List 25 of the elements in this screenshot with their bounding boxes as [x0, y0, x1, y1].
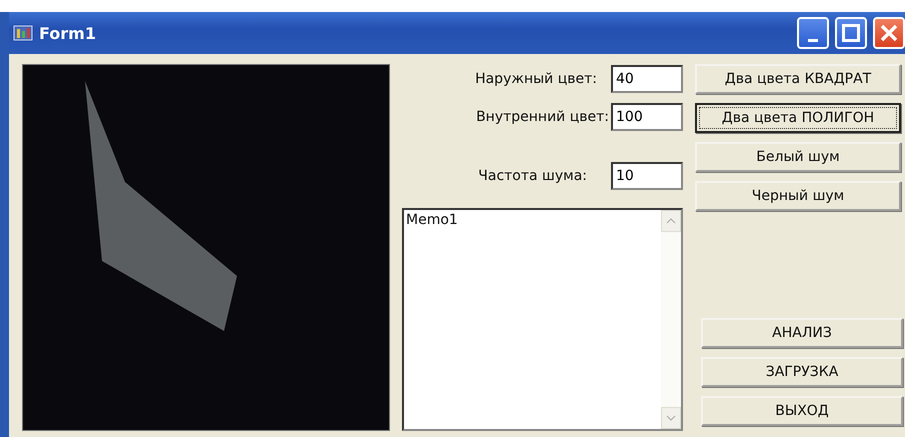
scroll-bar[interactable]: [661, 210, 681, 429]
field-label: Наружный цвет:: [474, 70, 598, 86]
action-button[interactable]: Белый шум: [695, 142, 901, 172]
field-label: Частота шума:: [477, 168, 588, 184]
maximize-button[interactable]: [835, 17, 867, 49]
action-button[interactable]: Два цвета ПОЛИГОН: [695, 103, 901, 133]
action-button[interactable]: ВЫХОД: [701, 396, 903, 426]
input-field[interactable]: 40: [611, 64, 683, 92]
input-field[interactable]: 100: [611, 102, 683, 130]
field-label: Внутренний цвет:: [475, 108, 610, 124]
action-button[interactable]: Черный шум: [695, 181, 901, 211]
app-icon: [13, 24, 33, 42]
action-button[interactable]: ЗАГРУЗКА: [701, 357, 903, 387]
minimize-icon: [808, 38, 818, 42]
maximize-icon: [842, 24, 860, 42]
action-button[interactable]: АНАЛИЗ: [701, 318, 903, 348]
scroll-up-icon: [666, 218, 676, 224]
scroll-down-icon: [666, 415, 676, 421]
memo-field[interactable]: Memo1: [402, 208, 683, 431]
input-field[interactable]: 10: [611, 162, 683, 190]
window-title: Form1: [39, 24, 97, 42]
minimize-button[interactable]: [797, 17, 829, 49]
close-icon: [880, 24, 898, 42]
action-button[interactable]: Два цвета КВАДРАТ: [695, 64, 901, 94]
close-button[interactable]: [873, 17, 905, 49]
